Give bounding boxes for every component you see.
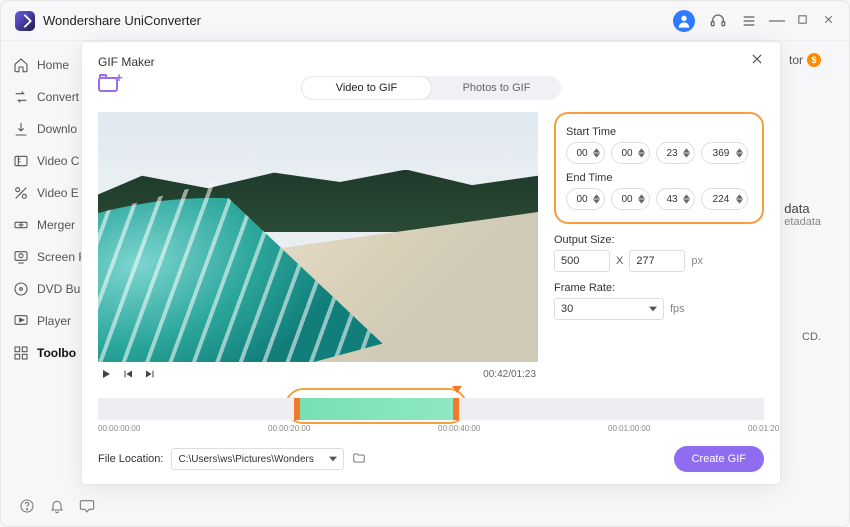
output-by: X	[616, 255, 623, 267]
modal-title: GIF Maker	[98, 55, 155, 69]
file-location-label: File Location:	[98, 453, 163, 465]
next-frame-icon[interactable]	[144, 368, 156, 380]
output-unit: px	[691, 255, 703, 267]
play-icon[interactable]	[100, 368, 112, 380]
video-canvas[interactable]	[98, 112, 538, 362]
playback-time: 00:42/01:23	[483, 369, 536, 380]
settings-panel: Start Time 00 00 23 369 End Time 00 00 4…	[554, 112, 764, 386]
menu-icon[interactable]	[741, 13, 757, 29]
output-width-input[interactable]: 500	[554, 250, 610, 272]
open-folder-icon[interactable]	[352, 451, 366, 468]
feedback-icon[interactable]	[79, 498, 95, 514]
frame-rate-select[interactable]: 30	[554, 298, 664, 320]
prev-frame-icon[interactable]	[122, 368, 134, 380]
start-time-label: Start Time	[566, 126, 752, 138]
help-icon[interactable]	[19, 498, 35, 514]
tab-video-to-gif[interactable]: Video to GIF	[301, 76, 432, 100]
background-data-text: dataetadata	[784, 201, 821, 228]
output-height-input[interactable]: 277	[629, 250, 685, 272]
statusbar	[1, 486, 113, 526]
output-size-label: Output Size:	[554, 234, 764, 246]
playhead-icon[interactable]	[452, 386, 462, 393]
start-hours[interactable]: 00	[566, 142, 605, 164]
timeline-ticks: 00:00:00:00 00:00:20:00 00:00:40:00 00:0…	[98, 424, 764, 440]
sidebar-item-label: Home	[37, 58, 69, 72]
background-cd-text: CD.	[802, 331, 821, 343]
end-seconds[interactable]: 43	[656, 188, 695, 210]
frame-rate-unit: fps	[670, 303, 685, 315]
start-seconds[interactable]: 23	[656, 142, 695, 164]
sidebar-item-label: DVD Bu	[37, 282, 80, 296]
account-icon[interactable]	[673, 10, 695, 32]
support-icon[interactable]	[707, 10, 729, 32]
timeline-selection[interactable]	[294, 398, 459, 420]
start-minutes[interactable]: 00	[611, 142, 650, 164]
mode-toggle: Video to GIF Photos to GIF	[301, 76, 561, 100]
minimize-button[interactable]: —	[769, 12, 783, 30]
frame-rate-label: Frame Rate:	[554, 282, 764, 294]
end-ms[interactable]: 224	[701, 188, 748, 210]
timeline: 00:00:00:00 00:00:20:00 00:00:40:00 00:0…	[98, 392, 764, 440]
sidebar-item-label: Toolbo	[37, 346, 76, 360]
titlebar: Wondershare UniConverter —	[1, 1, 849, 41]
app-title: Wondershare UniConverter	[43, 13, 201, 28]
timeline-track[interactable]	[98, 398, 764, 420]
bell-icon[interactable]	[49, 498, 65, 514]
sidebar-item-label: Video E	[37, 186, 79, 200]
sidebar-item-label: Merger	[37, 218, 75, 232]
sidebar-item-label: Player	[37, 314, 71, 328]
sidebar-item-label: Downlo	[37, 122, 77, 136]
tab-photos-to-gif[interactable]: Photos to GIF	[432, 76, 561, 100]
add-media-icon[interactable]: +	[98, 77, 120, 80]
maximize-button[interactable]	[795, 12, 809, 30]
end-minutes[interactable]: 00	[611, 188, 650, 210]
background-tor-text: tor$	[789, 53, 821, 67]
sidebar-item-label: Screen R	[37, 250, 87, 264]
gif-maker-modal: GIF Maker + Video to GIF Photos to GIF 0…	[81, 41, 781, 485]
start-ms[interactable]: 369	[701, 142, 748, 164]
close-icon[interactable]	[750, 52, 764, 71]
app-logo-icon	[15, 11, 35, 31]
time-range-block: Start Time 00 00 23 369 End Time 00 00 4…	[554, 112, 764, 224]
create-gif-button[interactable]: Create GIF	[674, 446, 764, 472]
file-location-select[interactable]: C:\Users\ws\Pictures\Wonders	[171, 448, 344, 470]
video-preview: 00:42/01:23	[98, 112, 538, 386]
sidebar-item-label: Video C	[37, 154, 79, 168]
sidebar-item-label: Convert	[37, 90, 79, 104]
end-time-label: End Time	[566, 172, 752, 184]
close-window-button[interactable]	[821, 12, 835, 30]
end-hours[interactable]: 00	[566, 188, 605, 210]
